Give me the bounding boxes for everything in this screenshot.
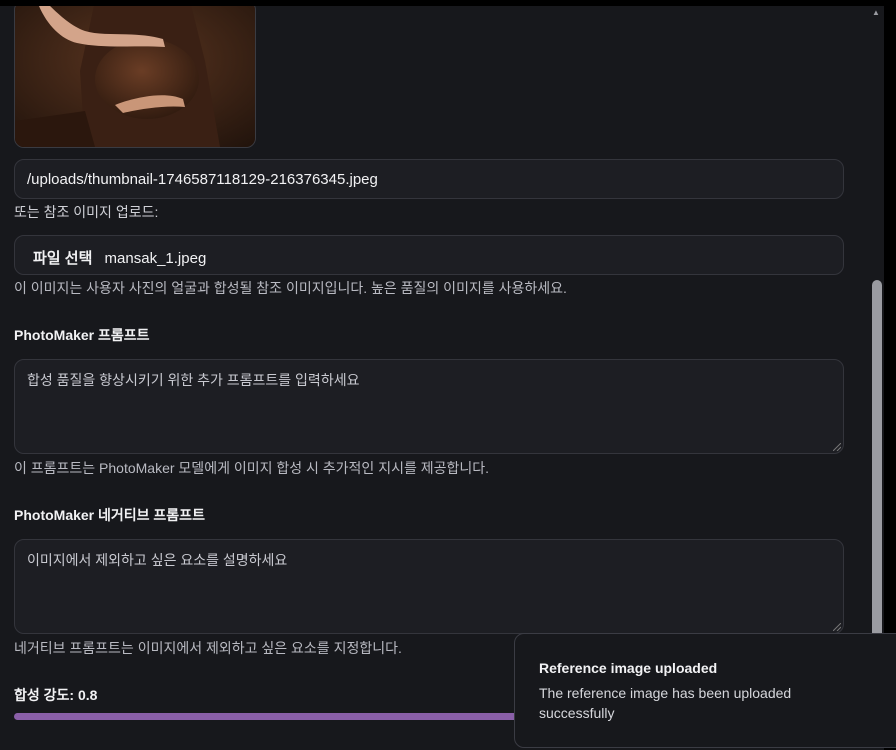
strength-slider[interactable] — [14, 713, 534, 720]
negative-prompt-textarea[interactable]: 이미지에서 제외하고 싶은 요소를 설명하세요 — [14, 539, 844, 634]
upload-label: 또는 참조 이미지 업로드: — [14, 204, 159, 220]
file-name: mansak_1.jpeg — [104, 250, 207, 267]
negative-prompt-label: PhotoMaker 네거티브 프롬프트 — [14, 507, 205, 523]
prompt-textarea[interactable]: 합성 품질을 향상시키기 위한 추가 프롬프트를 입력하세요 — [14, 359, 844, 454]
prompt-help: 이 프롬프트는 PhotoMaker 모델에게 이미지 합성 시 추가적인 지시… — [14, 460, 490, 476]
reference-path-input[interactable]: /uploads/thumbnail-1746587118129-2163763… — [14, 159, 844, 199]
file-input[interactable]: 파일 선택 mansak_1.jpeg — [14, 235, 844, 275]
reference-photo — [15, 6, 255, 147]
resize-handle-icon[interactable] — [833, 443, 841, 451]
strength-label: 합성 강도: 0.8 — [14, 687, 98, 703]
choose-file-button[interactable]: 파일 선택 — [33, 250, 92, 267]
toast-description: The reference image has been uploaded su… — [539, 685, 792, 721]
negative-prompt-help: 네거티브 프롬프트는 이미지에서 제외하고 싶은 요소를 지정합니다. — [14, 640, 402, 656]
toast-title: Reference image uploaded — [539, 660, 718, 676]
negative-prompt-placeholder: 이미지에서 제외하고 싶은 요소를 설명하세요 — [27, 552, 288, 568]
resize-handle-icon[interactable] — [833, 623, 841, 631]
toast-notification: Reference image uploaded The reference i… — [514, 633, 896, 748]
prompt-label: PhotoMaker 프롬프트 — [14, 327, 150, 343]
reference-help: 이 이미지는 사용자 사진의 얼굴과 합성될 참조 이미지입니다. 높은 품질의… — [14, 280, 567, 296]
prompt-placeholder: 합성 품질을 향상시키기 위한 추가 프롬프트를 입력하세요 — [27, 372, 360, 388]
reference-path-value: /uploads/thumbnail-1746587118129-2163763… — [27, 171, 378, 188]
reference-image-preview — [14, 6, 256, 148]
scrollbar-thumb[interactable] — [872, 280, 882, 640]
scroll-up-icon[interactable]: ▲ — [872, 8, 880, 17]
